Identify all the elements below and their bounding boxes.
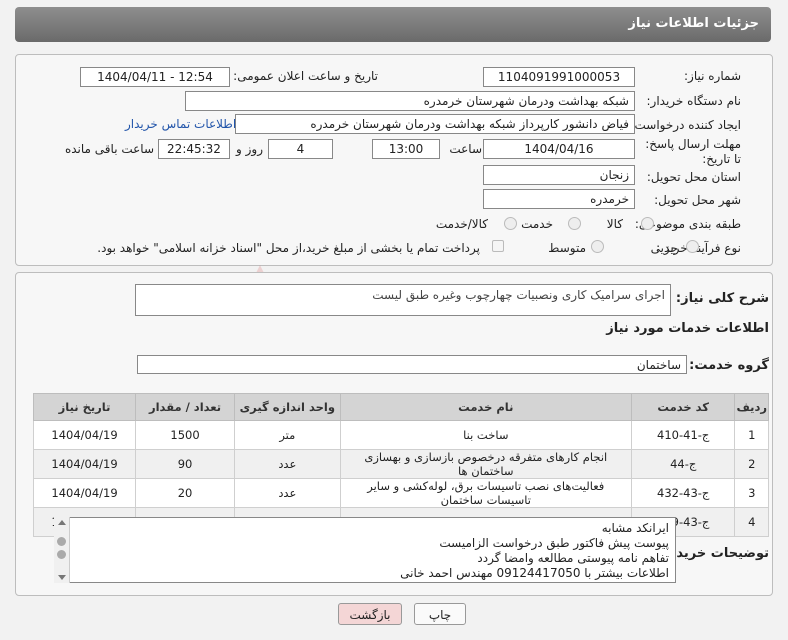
cell-name: انجام کارهای متفرقه درخصوص بازسازی و بهس… [339,449,632,479]
summary-field[interactable]: اجرای سرامیک کاری ونصبیات چهارچوب وغیره … [135,284,671,316]
col-code: کد خدمت [630,393,736,421]
page-header: جزئیات اطلاعات نیاز [15,7,771,42]
cell-unit: عدد [234,478,341,508]
notes-line: پیوست پیش فاکتور طبق درخواست الزامیست [439,536,669,550]
service-group-field: ساختمان [137,355,687,374]
cell-code: ج-41-410 [630,420,736,450]
days-label: روز و [236,142,263,156]
cell-index: 2 [734,449,769,479]
cell-qty: 1500 [135,420,235,450]
category-both-label: کالا/خدمت [435,217,488,231]
deadline-time-field: 13:00 [372,139,440,159]
category-service-label: خدمت [521,217,553,231]
scroll-thumb[interactable] [57,537,66,546]
cell-date: 1404/04/19 [32,449,137,479]
col-unit: واحد اندازه گیری [234,393,341,421]
col-index: ردیف [734,393,769,421]
time-label: ساعت [449,142,482,156]
cell-index: 4 [734,507,769,537]
cell-date: 1404/04/19 [32,478,137,508]
deadline-date-field: 1404/04/16 [483,139,635,159]
print-button[interactable]: چاپ [414,603,466,625]
contact-buyer-link[interactable]: اطلاعات تماس خریدار [125,117,236,131]
cell-index: 3 [734,478,769,508]
buyer-org-field: شبکه بهداشت ودرمان شهرستان خرمدره [185,91,635,111]
category-goods-label: کالا [606,217,623,231]
table-header-row: ردیف کد خدمت نام خدمت واحد اندازه گیری ت… [32,393,769,421]
notes-line: تفاهم نامه پیوستی مطالعه وامضا گردد [477,551,669,565]
summary-label: شرح کلی نیاز: [675,291,769,306]
services-title: اطلاعات خدمات مورد نیاز [606,321,769,336]
table-row: 2 ج-44 انجام کارهای متفرقه درخصوص بازساز… [32,449,769,479]
services-table: ردیف کد خدمت نام خدمت واحد اندازه گیری ت… [32,393,769,537]
cell-code: ج-44 [630,449,736,479]
notes-line: ایرانکد مشابه [601,521,669,535]
cell-code: ج-43-432 [630,478,736,508]
need-number-label: شماره نیاز: [684,69,741,83]
scroll-thumb-secondary [57,550,66,559]
city-field: خرمدره [483,189,635,209]
province-label: استان محل تحویل: [646,170,741,184]
cell-qty: 90 [135,449,235,479]
province-field: زنجان [483,165,635,185]
payment-note: پرداخت تمام یا بخشی از مبلغ خرید،از محل … [97,241,480,255]
treasury-checkbox[interactable] [492,240,504,252]
category-both-radio[interactable] [504,217,517,230]
scroll-up-icon[interactable] [58,520,66,525]
process-medium-label: متوسط [548,241,586,255]
cell-qty: 20 [135,478,235,508]
scroll-down-icon[interactable] [58,575,66,580]
service-group-label: گروه خدمت: [689,358,769,373]
days-field: 4 [268,139,333,159]
table-row: 1 ج-41-410 ساخت بنا متر 1500 1404/04/19 [32,420,769,450]
city-label: شهر محل تحویل: [654,193,741,207]
col-date: تاریخ نیاز [32,393,137,421]
announce-field: 1404/04/11 - 12:54 [80,67,230,87]
process-minor-radio[interactable] [686,240,699,253]
need-number-field: 1104091991000053 [483,67,635,87]
notes-scrollbar[interactable] [54,517,70,583]
cell-index: 1 [734,420,769,450]
cell-name: فعالیت‌های نصب تاسیسات برق، لوله‌کشی و س… [339,478,632,508]
remaining-label: ساعت باقی مانده [64,142,154,156]
table-row: 3 ج-43-432 فعالیت‌های نصب تاسیسات برق، ل… [32,478,769,508]
page-title: جزئیات اطلاعات نیاز [628,16,759,31]
category-goods-radio[interactable] [641,217,654,230]
buyer-org-label: نام دستگاه خریدار: [646,94,742,108]
notes-line: اطلاعات بیشتر با 09124417050 مهندس احمد … [400,566,669,580]
back-button[interactable]: بازگشت [338,603,402,625]
cell-unit: عدد [234,449,341,479]
process-medium-radio[interactable] [591,240,604,253]
cell-name: ساخت بنا [339,420,632,450]
col-name: نام خدمت [339,393,632,421]
category-service-radio[interactable] [568,217,581,230]
remaining-time-field: 22:45:32 [158,139,230,159]
deadline-label: مهلت ارسال پاسخ: تا تاریخ: [645,137,741,166]
notes-textarea[interactable]: ایرانکد مشابه پیوست پیش فاکتور طبق درخوا… [54,517,676,583]
creator-field: فیاض دانشور کارپرداز شبکه بهداشت ودرمان … [235,114,635,134]
process-minor-label: جزیی [650,241,678,255]
cell-date: 1404/04/19 [32,420,137,450]
announce-label: تاریخ و ساعت اعلان عمومی: [233,69,378,83]
creator-label: ایجاد کننده درخواست: [630,118,741,132]
cell-unit: متر [234,420,341,450]
col-qty: تعداد / مقدار [135,393,235,421]
